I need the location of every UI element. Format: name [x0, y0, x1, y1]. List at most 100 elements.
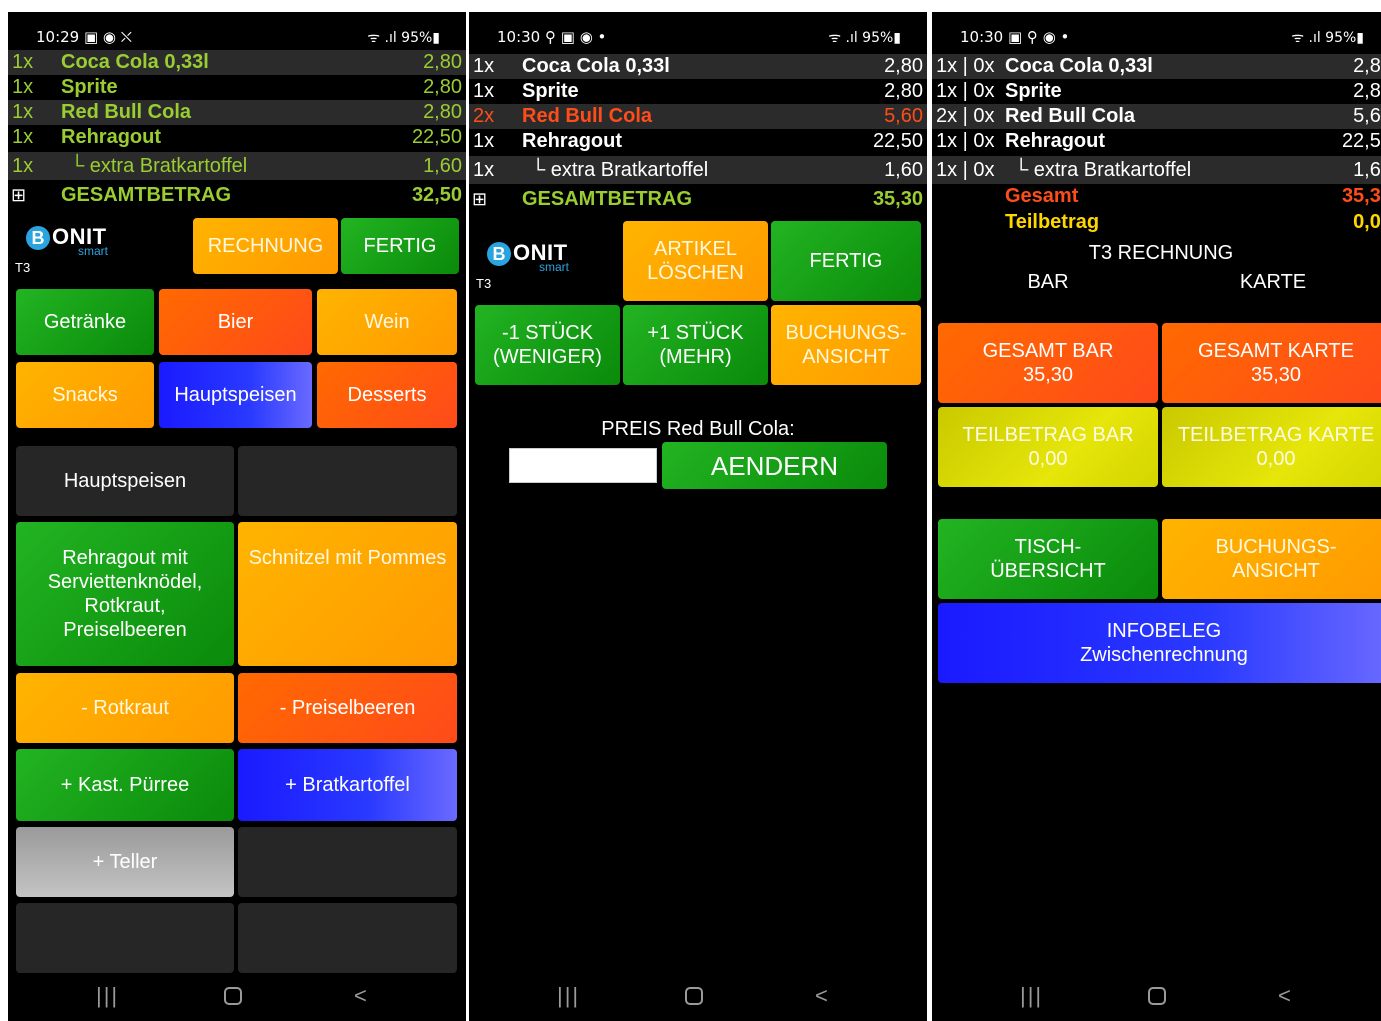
order-row[interactable]: 1x Sprite 2,80	[469, 79, 927, 104]
order-row[interactable]: 1x Sprite 2,80	[8, 75, 466, 100]
gesamt-label: Gesamt	[1005, 185, 1079, 207]
recent-apps-icon[interactable]: |||	[96, 983, 119, 1009]
total-label: GESAMTBETRAG	[522, 188, 692, 210]
rechnung-button[interactable]: RECHNUNG	[193, 218, 338, 274]
status-indicators: ᯤ .ıl 95%▮	[1291, 30, 1364, 46]
category-desserts[interactable]: Desserts	[317, 362, 457, 428]
gesamt-bar-button[interactable]: GESAMT BAR 35,30	[938, 323, 1158, 403]
bill-price: 1,60	[1353, 159, 1381, 181]
modifier-puree[interactable]: + Kast. Pürree	[16, 749, 234, 821]
back-icon[interactable]: <	[1278, 983, 1291, 1009]
bill-qty: 1x | 0x	[936, 55, 995, 77]
status-time: 10:29 ▣ ◉ ⛌	[36, 28, 132, 46]
buchungsansicht-button[interactable]: BUCHUNGS-ANSICHT	[771, 305, 921, 385]
category-bier[interactable]: Bier	[159, 289, 312, 355]
order-row[interactable]: 1x └ extra Bratkartoffel 1,60	[8, 152, 466, 180]
bonit-logo: B ONIT smart T3	[12, 218, 132, 278]
bill-qty: 2x | 0x	[936, 105, 995, 127]
bonit-logo-smart: smart	[78, 244, 108, 258]
category-wein[interactable]: Wein	[317, 289, 457, 355]
bill-row[interactable]: 1x | 0x Coca Cola 0,33l 2,80	[932, 54, 1381, 79]
teilbetrag-label: Teilbetrag	[1005, 211, 1100, 233]
recent-apps-icon[interactable]: |||	[557, 983, 580, 1009]
tisch-uebersicht-button[interactable]: TISCH-ÜBERSICHT	[938, 519, 1158, 599]
table-number: T3	[15, 260, 31, 275]
dish-rehragout[interactable]: Rehragout mit Serviettenknödel, Rotkraut…	[16, 522, 234, 666]
status-time: 10:30 ▣ ⚲ ◉ •	[960, 28, 1070, 46]
total-row: ⊞ GESAMTBETRAG 35,30	[469, 185, 927, 213]
home-icon[interactable]	[1148, 987, 1166, 1005]
price-input[interactable]	[509, 448, 657, 483]
order-row[interactable]: 1x Rehragout 22,50	[8, 125, 466, 150]
order-price: 22,50	[872, 130, 923, 152]
aendern-button[interactable]: AENDERN	[662, 442, 887, 489]
teilbetrag-row: Teilbetrag 0,00	[932, 210, 1381, 235]
buchungsansicht-button[interactable]: BUCHUNGS-ANSICHT	[1162, 519, 1381, 599]
total-row: ⊞ GESAMTBETRAG 32,50	[8, 181, 466, 209]
modifier-teller[interactable]: + Teller	[16, 827, 234, 897]
gesamt-karte-button[interactable]: GESAMT KARTE 35,30	[1162, 323, 1381, 403]
bill-name: Rehragout	[1005, 130, 1105, 152]
infobeleg-button[interactable]: INFOBELEG Zwischenrechnung	[938, 603, 1381, 683]
bill-price: 5,60	[1353, 105, 1381, 127]
order-row[interactable]: 1x Coca Cola 0,33l 2,80	[8, 50, 466, 75]
home-icon[interactable]	[224, 987, 242, 1005]
bill-row[interactable]: 1x | 0x Sprite 2,80	[932, 79, 1381, 104]
gesamt-bar-label: GESAMT BAR	[982, 340, 1114, 362]
status-indicators: ᯤ .ıl 95%▮	[828, 30, 901, 46]
teilbetrag-bar-value: 0,00	[1028, 448, 1068, 470]
category-hauptspeisen[interactable]: Hauptspeisen	[159, 362, 312, 428]
screen-order-entry: 10:29 ▣ ◉ ⛌ ᯤ .ıl 95%▮ 1x Coca Cola 0,33…	[8, 12, 466, 1021]
order-price: 1,60	[423, 155, 462, 177]
order-row[interactable]: 1x Rehragout 22,50	[469, 129, 927, 154]
category-snacks[interactable]: Snacks	[16, 362, 154, 428]
order-row[interactable]: 1x Red Bull Cola 2,80	[8, 100, 466, 125]
plus-one-button[interactable]: +1 STÜCK (MEHR)	[623, 305, 768, 385]
bill-price: 2,80	[1353, 80, 1381, 102]
order-qty: 1x	[473, 80, 495, 102]
fertig-button[interactable]: FERTIG	[341, 218, 459, 274]
modifier-rotkraut[interactable]: - Rotkraut	[16, 673, 234, 743]
home-icon[interactable]	[685, 987, 703, 1005]
teilbetrag-karte-button[interactable]: TEILBETRAG KARTE 0,00	[1162, 407, 1381, 487]
bonit-logo-mark: B	[26, 226, 50, 250]
status-indicators: ᯤ .ıl 95%▮	[367, 30, 440, 46]
order-name: Coca Cola 0,33l	[522, 55, 670, 77]
order-qty: 1x	[473, 130, 495, 152]
fertig-button[interactable]: FERTIG	[771, 221, 921, 301]
empty-slot	[238, 446, 457, 516]
minus-one-button[interactable]: -1 STÜCK (WENIGER)	[475, 305, 620, 385]
back-icon[interactable]: <	[815, 983, 828, 1009]
bill-name: └ extra Bratkartoffel	[1014, 159, 1192, 181]
bill-qty: 1x | 0x	[936, 80, 995, 102]
bill-row[interactable]: 1x | 0x Rehragout 22,50	[932, 129, 1381, 154]
teilbetrag-price: 0,00	[1353, 211, 1381, 233]
order-name: Sprite	[522, 80, 579, 102]
gesamt-row: Gesamt 35,30	[932, 184, 1381, 209]
recent-apps-icon[interactable]: |||	[1020, 983, 1043, 1009]
order-price: 2,80	[423, 101, 462, 123]
order-row[interactable]: 1x └ extra Bratkartoffel 1,60	[469, 156, 927, 184]
bill-row[interactable]: 2x | 0x Red Bull Cola 5,60	[932, 104, 1381, 129]
modifier-preiselbeeren[interactable]: - Preiselbeeren	[238, 673, 457, 743]
android-nav-bar: ||| <	[469, 975, 927, 1021]
category-getraenke[interactable]: Getränke	[16, 289, 154, 355]
status-time: 10:30 ⚲ ▣ ◉ •	[497, 28, 607, 46]
dish-schnitzel[interactable]: Schnitzel mit Pommes	[238, 522, 457, 666]
artikel-loeschen-button[interactable]: ARTIKEL LÖSCHEN	[623, 221, 768, 301]
teilbetrag-bar-button[interactable]: TEILBETRAG BAR 0,00	[938, 407, 1158, 487]
bill-row[interactable]: 1x | 0x └ extra Bratkartoffel 1,60	[932, 156, 1381, 184]
back-icon[interactable]: <	[354, 983, 367, 1009]
modifier-bratkartoffel[interactable]: + Bratkartoffel	[238, 749, 457, 821]
teilbetrag-karte-label: TEILBETRAG KARTE	[1177, 424, 1375, 446]
order-qty: 1x	[12, 51, 34, 73]
bonit-logo: B ONIT smart T3	[473, 234, 593, 294]
order-price: 2,80	[884, 80, 923, 102]
screen-bill: 10:30 ▣ ⚲ ◉ • ᯤ .ıl 95%▮ 1x | 0x Coca Co…	[932, 12, 1381, 1021]
order-name: └ extra Bratkartoffel	[531, 159, 709, 181]
gesamt-bar-value: 35,30	[1022, 364, 1074, 386]
order-row-selected[interactable]: 2x Red Bull Cola 5,60	[469, 104, 927, 129]
order-row[interactable]: 1x Coca Cola 0,33l 2,80	[469, 54, 927, 79]
bonit-logo-mark: B	[487, 242, 511, 266]
bill-price: 22,50	[1341, 130, 1381, 152]
